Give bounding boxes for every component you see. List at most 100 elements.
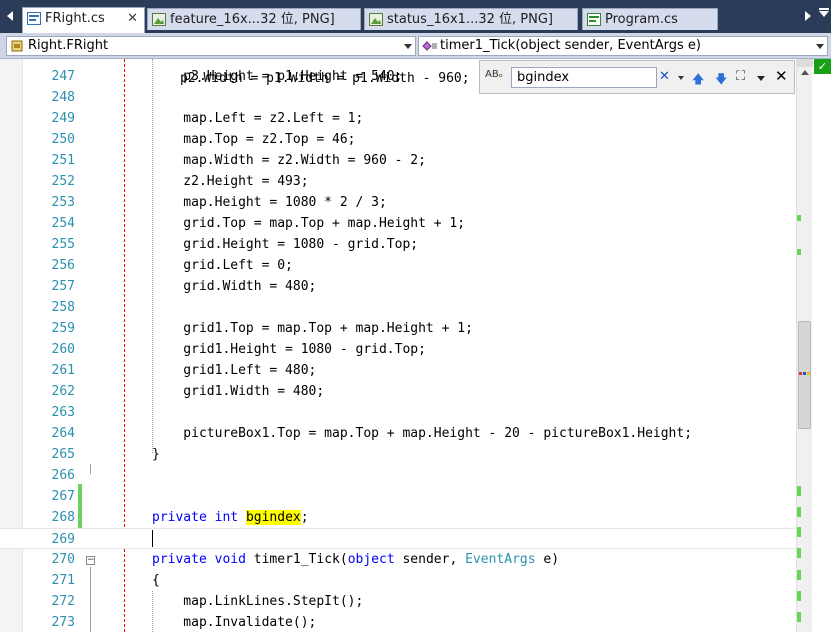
code-line: 265} bbox=[0, 444, 796, 465]
code-text: p3.Height = p1.Height = 540; bbox=[152, 69, 403, 84]
chevron-down-icon bbox=[404, 44, 412, 49]
overview-error-mark bbox=[799, 372, 802, 375]
code-token: object bbox=[347, 552, 395, 567]
code-text: grid1.Top = map.Top + map.Height + 1; bbox=[152, 321, 473, 336]
code-text: grid.Height = 1080 - grid.Top; bbox=[152, 237, 419, 252]
code-token: private bbox=[152, 510, 207, 525]
image-file-icon bbox=[369, 13, 383, 26]
tab-list-dropdown-icon[interactable] bbox=[819, 8, 829, 17]
code-token: EventArgs bbox=[465, 552, 536, 567]
close-tab-icon[interactable]: ✕ bbox=[127, 8, 138, 29]
line-number: 267 bbox=[51, 489, 75, 504]
quick-find-box: ABₒ ✕ 🡅 🡇 ⛶ ✕ bbox=[479, 60, 795, 94]
line-number: 258 bbox=[51, 300, 75, 315]
line-number: 249 bbox=[51, 111, 75, 126]
split-handle[interactable] bbox=[797, 59, 813, 67]
close-find-icon[interactable]: ✕ bbox=[775, 67, 788, 85]
image-file-icon bbox=[152, 13, 166, 26]
tab-label: feature_16x...32 位, PNG] bbox=[170, 12, 335, 27]
scroll-tabs-left-icon[interactable] bbox=[7, 11, 13, 21]
type-dropdown[interactable]: Right.FRight bbox=[6, 36, 416, 56]
code-line: 273 map.Invalidate(); bbox=[0, 612, 796, 632]
code-line: 256 grid.Left = 0; bbox=[0, 255, 796, 276]
code-text: private void timer1_Tick(object sender, … bbox=[152, 549, 559, 570]
csharp-file-icon bbox=[587, 13, 601, 26]
code-text: grid.Width = 480; bbox=[152, 279, 317, 294]
line-number: 254 bbox=[51, 216, 75, 231]
code-line: 250 map.Top = z2.Top = 46; bbox=[0, 129, 796, 150]
code-token: void bbox=[214, 552, 246, 567]
text-caret bbox=[152, 530, 153, 547]
code-token: timer1_Tick( bbox=[245, 552, 348, 567]
scrollbar-thumb[interactable] bbox=[798, 321, 811, 429]
overview-change-mark bbox=[797, 591, 801, 601]
overview-change-mark bbox=[797, 527, 801, 537]
tab-label: FRight.cs bbox=[45, 11, 105, 26]
line-number: 253 bbox=[51, 195, 75, 210]
navigation-bar: Right.FRight timer1_Tick(object sender, … bbox=[0, 33, 831, 59]
tab-status-png[interactable]: status_16x1...32 位, PNG] bbox=[364, 8, 578, 30]
line-number: 251 bbox=[51, 153, 75, 168]
code-line: 261 grid1.Left = 480; bbox=[0, 360, 796, 381]
code-line: 259 grid1.Top = map.Top + map.Height + 1… bbox=[0, 318, 796, 339]
overview-change-mark bbox=[797, 249, 801, 255]
code-line: 272 map.LinkLines.StepIt(); bbox=[0, 591, 796, 612]
scroll-up-arrow-icon[interactable] bbox=[801, 70, 809, 75]
find-match-highlight: bgindex bbox=[245, 510, 301, 525]
code-line: 262 grid1.Width = 480; bbox=[0, 381, 796, 402]
code-text: map.Top = z2.Top = 46; bbox=[152, 132, 356, 147]
method-icon bbox=[422, 41, 437, 51]
overview-change-mark bbox=[797, 570, 801, 580]
line-number: 270 bbox=[51, 552, 75, 567]
line-number: 261 bbox=[51, 363, 75, 378]
code-text: map.Invalidate(); bbox=[152, 615, 317, 630]
find-all-binoculars-icon[interactable]: ⛶ bbox=[736, 69, 745, 84]
code-text: private int bgindex; bbox=[152, 507, 309, 528]
code-text: z2.Height = 493; bbox=[152, 174, 309, 189]
code-line: 269 bbox=[0, 528, 796, 549]
find-options-icon[interactable]: ABₒ bbox=[485, 69, 503, 80]
member-dropdown-value: timer1_Tick(object sender, EventArgs e) bbox=[440, 38, 701, 53]
tab-program-cs[interactable]: Program.cs bbox=[582, 8, 718, 30]
line-number: 265 bbox=[51, 447, 75, 462]
scroll-tabs-right-icon[interactable] bbox=[805, 11, 811, 21]
overview-change-mark bbox=[797, 215, 801, 221]
line-number: 256 bbox=[51, 258, 75, 273]
tab-label: Program.cs bbox=[605, 12, 678, 27]
line-number: 273 bbox=[51, 615, 75, 630]
chevron-down-icon bbox=[816, 44, 824, 49]
code-token: private bbox=[152, 552, 207, 567]
code-editor[interactable]: p2.Width = p1.Width = p1.Width - 960; − … bbox=[0, 59, 831, 632]
tab-feature-png[interactable]: feature_16x...32 位, PNG] bbox=[147, 8, 361, 30]
overview-change-mark bbox=[797, 612, 801, 622]
line-number: 259 bbox=[51, 321, 75, 336]
code-text: grid1.Width = 480; bbox=[152, 384, 325, 399]
clear-search-icon[interactable]: ✕ bbox=[659, 69, 670, 84]
member-dropdown[interactable]: timer1_Tick(object sender, EventArgs e) bbox=[418, 36, 828, 56]
code-token: int bbox=[214, 510, 239, 525]
tab-fright-cs[interactable]: FRight.cs ✕ bbox=[22, 7, 145, 33]
code-line: 267 bbox=[0, 486, 796, 507]
code-line: 271 { bbox=[0, 570, 796, 591]
code-line: 266 bbox=[0, 465, 796, 486]
line-number: 255 bbox=[51, 237, 75, 252]
find-previous-arrow-icon[interactable]: 🡅 bbox=[692, 70, 704, 91]
line-number: 269 bbox=[51, 532, 75, 547]
line-number: 263 bbox=[51, 405, 75, 420]
find-next-arrow-icon[interactable]: 🡇 bbox=[715, 70, 727, 91]
vertical-scrollbar[interactable] bbox=[796, 59, 813, 632]
code-line: 263 bbox=[0, 402, 796, 423]
code-line: 249 map.Left = z2.Left = 1; bbox=[0, 108, 796, 129]
line-number: 268 bbox=[51, 510, 75, 525]
code-line: 260 grid1.Height = 1080 - grid.Top; bbox=[0, 339, 796, 360]
code-text: } bbox=[152, 447, 160, 462]
class-icon bbox=[11, 40, 23, 52]
code-line: 257 grid.Width = 480; bbox=[0, 276, 796, 297]
find-input[interactable] bbox=[511, 67, 657, 88]
code-line: 251 map.Width = z2.Width = 960 - 2; bbox=[0, 150, 796, 171]
line-number: 252 bbox=[51, 174, 75, 189]
find-mode-chevron-icon[interactable] bbox=[757, 76, 765, 81]
code-text: grid1.Height = 1080 - grid.Top; bbox=[152, 342, 426, 357]
search-history-chevron-icon[interactable] bbox=[678, 76, 684, 80]
type-dropdown-value: Right.FRight bbox=[28, 38, 109, 53]
